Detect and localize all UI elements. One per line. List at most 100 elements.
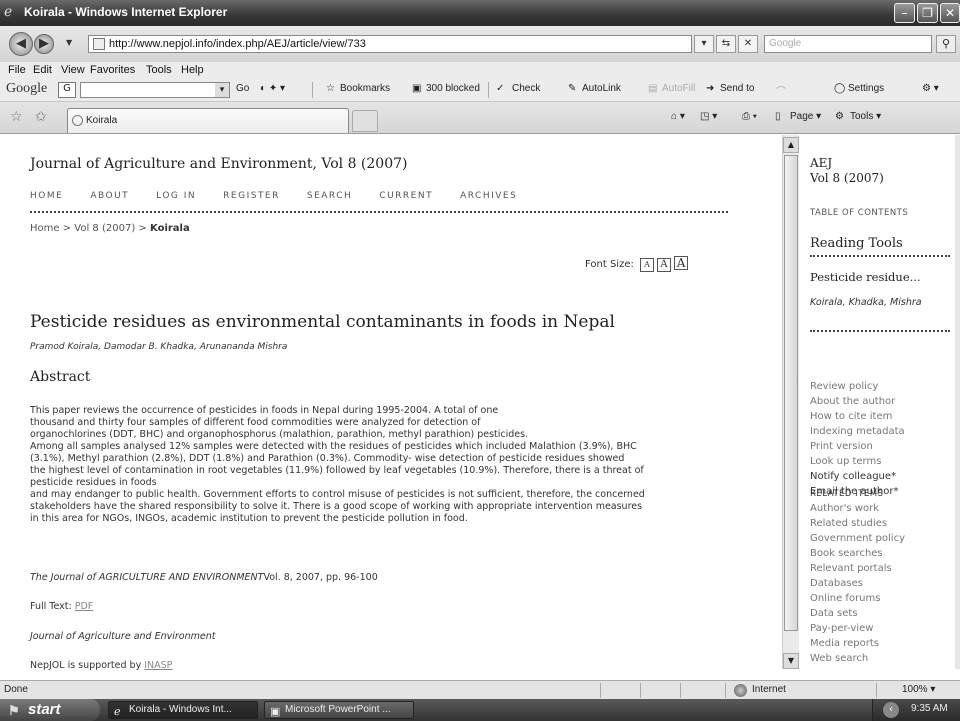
bookmarks-button[interactable]: Bookmarks [340,83,390,94]
font-small-button[interactable]: A [640,258,655,272]
scroll-up-icon[interactable]: ▲ [783,137,799,153]
stop-icon[interactable]: ✕ [738,35,758,53]
menu-help[interactable]: Help [181,64,204,76]
scroll-down-icon[interactable]: ▼ [783,653,799,669]
tool-how-to-cite[interactable]: How to cite item [810,409,905,424]
autofill-button[interactable]: AutoFill [662,83,695,94]
full-text: Full Text: PDF [30,601,93,612]
tool-about-author[interactable]: About the author [810,394,905,409]
related-data-sets[interactable]: Data sets [810,606,905,621]
home-icon[interactable]: ⌂ ▾ [671,111,685,122]
tool-review-policy[interactable]: Review policy [810,379,905,394]
nav-about[interactable]: ABOUT [90,191,129,201]
font-size-control: Font Size: AAA [585,256,689,272]
feeds-icon[interactable]: ◳ ▾ [700,111,717,122]
taskbar-item-ie[interactable]: ℯ Koirala - Windows Int... [108,701,258,719]
status-separator [640,683,641,698]
related-web-search[interactable]: Web search [810,651,905,666]
content-scrollbar[interactable]: ▲ ▼ [782,135,799,669]
search-icon[interactable]: ⚲ [936,35,956,53]
toolbar-options-icon[interactable]: ⚙ ▾ [922,83,939,94]
tool-indexing-metadata[interactable]: Indexing metadata [810,424,905,439]
page-menu-button[interactable]: Page ▾ [790,111,821,122]
abstract-line: This paper reviews the occurrence of pes… [30,405,499,416]
autolink-button[interactable]: AutoLink [582,83,621,94]
tool-look-up-terms[interactable]: Look up terms [810,454,905,469]
url-field[interactable]: http://www.nepjol.info/index.php/AEJ/art… [88,35,692,53]
url-dropdown-icon[interactable]: ▾ [694,35,714,53]
go-button[interactable]: Go [236,83,249,94]
breadcrumb-volume[interactable]: Vol 8 (2007) [74,223,135,234]
settings-button[interactable]: Settings [848,83,884,94]
related-items-heading: RELATED ITEMS [810,489,884,499]
font-medium-button[interactable]: A [657,258,672,272]
add-favorites-icon[interactable]: ✩ [35,109,47,125]
tab-koirala[interactable]: Koirala [67,108,349,133]
related-authors-work[interactable]: Author's work [810,501,905,516]
popup-blocked-button[interactable]: 300 blocked [426,83,480,94]
related-online-forums[interactable]: Online forums [810,591,905,606]
menu-tools[interactable]: Tools [146,64,172,76]
tools-menu-button[interactable]: Tools ▾ [850,111,881,122]
tray-icon[interactable]: ‹ [883,702,899,718]
related-relevant-portals[interactable]: Relevant portals [810,561,905,576]
spellcheck-button[interactable]: Check [512,83,540,94]
inasp-link[interactable]: INASP [144,660,172,671]
page-content: Journal of Agriculture and Environment, … [0,135,960,680]
send-to-button[interactable]: Send to [720,83,754,94]
article-title: Pesticide residues as environmental cont… [30,312,615,332]
breadcrumb-separator: > [138,223,147,234]
breadcrumb: Home > Vol 8 (2007) > Koirala [30,223,190,234]
nav-current[interactable]: CURRENT [379,191,433,201]
maximize-button[interactable]: ❐ [917,3,938,23]
google-logo: Google [6,81,48,96]
sidebar-journal-abbr: AEJ [810,156,833,170]
related-media-reports[interactable]: Media reports [810,636,905,651]
related-book-searches[interactable]: Book searches [810,546,905,561]
abstract-line: stakeholders have the shared responsibil… [30,501,643,512]
print-icon[interactable]: ⎙ ▾ [742,111,757,122]
google-menu-button[interactable]: G [58,82,76,98]
related-government-policy[interactable]: Government policy [810,531,905,546]
new-tab-button[interactable] [352,110,378,132]
table-of-contents-link[interactable]: TABLE OF CONTENTS [810,208,908,218]
article-authors: Pramod Koirala, Damodar B. Khadka, Aruna… [30,342,288,352]
full-text-label: Full Text: [30,601,72,612]
start-button[interactable]: ⚑ start [0,699,100,721]
nav-archives[interactable]: ARCHIVES [460,191,517,201]
related-studies[interactable]: Related studies [810,516,905,531]
menu-view[interactable]: View [61,64,85,76]
zoom-level[interactable]: 100% ▾ [902,684,935,695]
related-databases[interactable]: Databases [810,576,905,591]
tool-notify-colleague[interactable]: Notify colleague* [810,469,905,484]
related-pay-per-view[interactable]: Pay-per-view [810,621,905,636]
refresh-icon[interactable]: ⇆ [716,35,736,53]
scroll-thumb[interactable] [784,155,798,631]
breadcrumb-home[interactable]: Home [30,223,60,234]
pdf-link[interactable]: PDF [75,601,94,612]
tool-print-version[interactable]: Print version [810,439,905,454]
menu-file[interactable]: File [8,64,26,76]
back-button[interactable]: ◀ [9,32,33,56]
page-menu-icon: ▯ [775,111,781,122]
minimize-button[interactable]: – [894,3,915,23]
google-search-field[interactable] [80,82,230,98]
popup-blocked-icon: ▣ [412,83,422,94]
toolbar-extras-icon[interactable]: ◐ ✦ ▾ [260,83,285,94]
nav-register[interactable]: REGISTER [223,191,280,201]
search-input[interactable]: Google [764,35,932,53]
nav-search[interactable]: SEARCH [307,191,352,201]
windows-flag-icon: ⚑ [8,703,20,718]
history-dropdown-icon[interactable]: ▼ [66,38,72,47]
favorites-star-icon[interactable]: ☆ [10,109,23,125]
close-button[interactable]: ✕ [940,3,960,23]
taskbar-item-powerpoint[interactable]: ▣ Microsoft PowerPoint ... [264,701,414,719]
font-large-button[interactable]: A [674,256,689,270]
menu-edit[interactable]: Edit [33,64,52,76]
forward-button[interactable]: ▶ [34,34,54,54]
sidebar-scrollbar[interactable] [955,135,960,669]
journal-title: Journal of Agriculture and Environment, … [30,156,408,172]
menu-favorites[interactable]: Favorites [90,64,135,76]
nav-log-in[interactable]: LOG IN [156,191,196,201]
nav-home[interactable]: HOME [30,191,63,201]
